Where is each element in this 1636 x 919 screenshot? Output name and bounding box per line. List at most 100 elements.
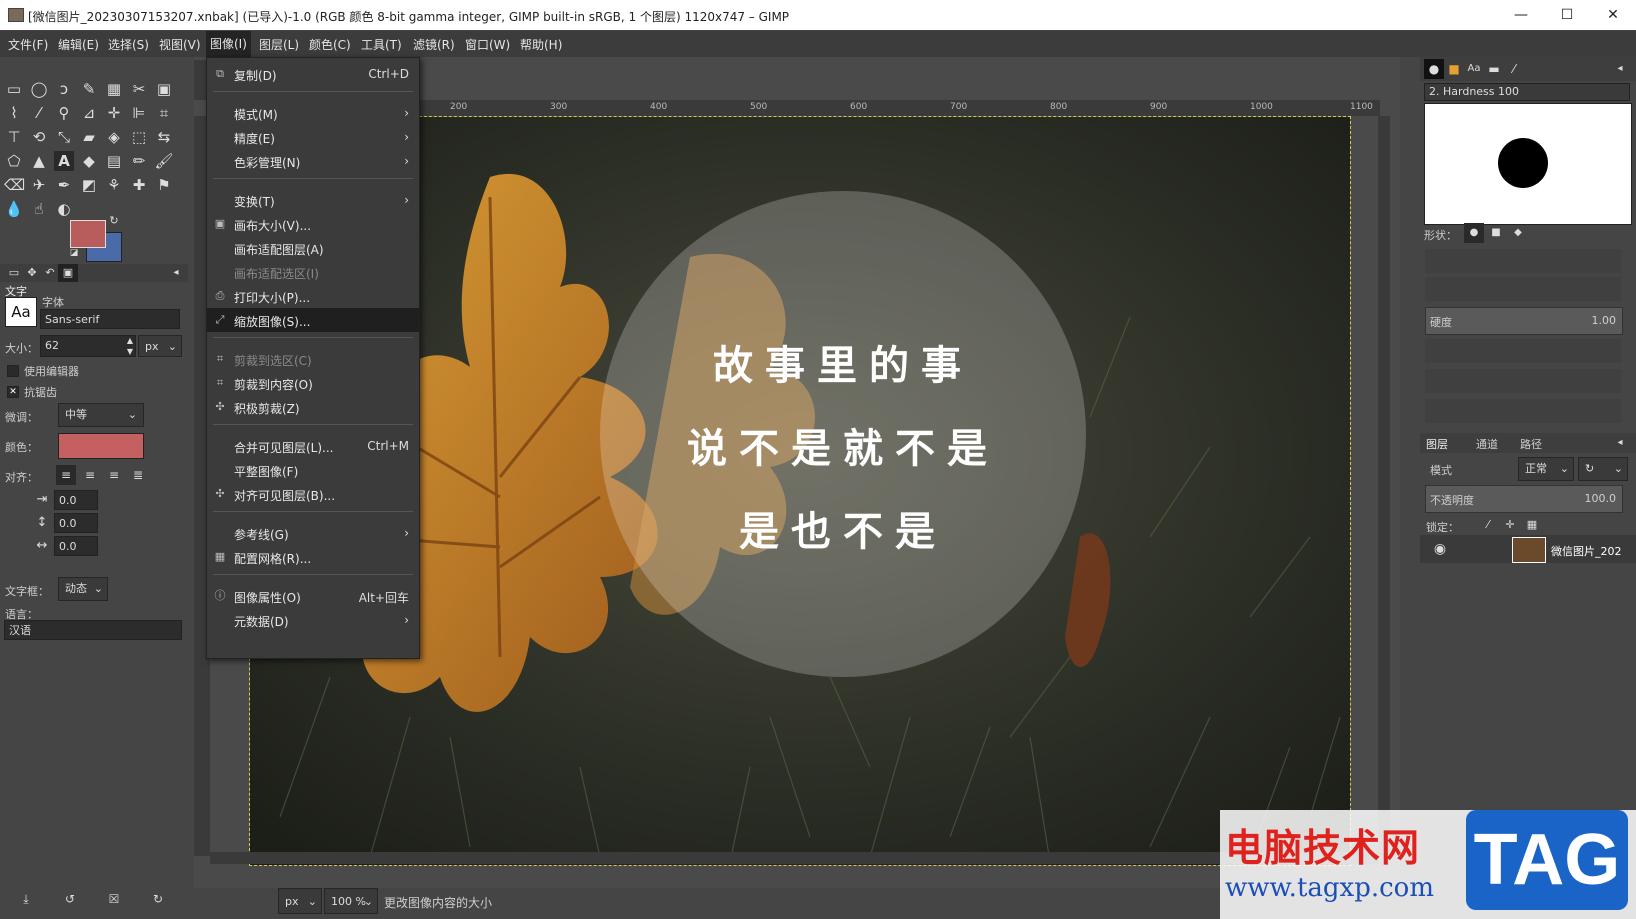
language-input[interactable]: 汉语 <box>4 620 182 640</box>
delete-options-icon[interactable]: ☒ <box>104 889 124 909</box>
bucket-fill-icon[interactable]: ◆ <box>79 151 99 171</box>
perspective-icon[interactable]: ⬚ <box>129 127 149 147</box>
lock-position-icon[interactable]: ✛ <box>1500 515 1520 535</box>
antialias-checkbox[interactable]: ✕ <box>7 386 19 398</box>
move-icon[interactable]: ✛ <box>104 103 124 123</box>
menu-item-transform[interactable]: 变换(T) › <box>207 188 419 212</box>
lasso-icon[interactable]: ↄ <box>54 79 74 99</box>
color-select-icon[interactable]: ▦ <box>104 79 124 99</box>
gradient-icon[interactable]: ▤ <box>104 151 124 171</box>
scale-tool-icon[interactable]: ⤡ <box>54 127 74 147</box>
save-options-icon[interactable]: ⤓ <box>16 889 36 909</box>
cage-icon[interactable]: ⬠ <box>4 151 24 171</box>
menu-item-image-properties[interactable]: ⓘ 图像属性(O) Alt+回车 <box>207 584 419 608</box>
measure-icon[interactable]: ⊿ <box>79 103 99 123</box>
spacing-slider[interactable] <box>1425 399 1621 423</box>
zoom-icon[interactable]: ⚲ <box>54 103 74 123</box>
menu-item-color-management[interactable]: 色彩管理(N) › <box>207 149 419 173</box>
use-editor-checkbox[interactable] <box>7 365 19 377</box>
menu-item-fit-canvas-layers[interactable]: 画布适配图层(A) <box>207 236 419 260</box>
minimize-button[interactable]: — <box>1498 0 1544 30</box>
tab-paths[interactable]: 路径 <box>1520 436 1542 452</box>
size-input[interactable]: 62 <box>40 335 136 357</box>
hinting-select[interactable]: 中等 ⌄ <box>58 403 144 427</box>
default-colors-icon[interactable]: ◪ <box>68 247 80 259</box>
swap-colors-icon[interactable]: ↻ <box>108 215 120 227</box>
airbrush-icon[interactable]: ✈ <box>29 175 49 195</box>
menu-item-scale-image[interactable]: ⤢ 缩放图像(S)... <box>207 308 419 332</box>
justify-fill-icon[interactable]: ≣ <box>128 465 148 485</box>
menu-select[interactable]: 选择(S) <box>108 36 149 53</box>
close-button[interactable]: ✕ <box>1590 0 1636 30</box>
shape-square-icon[interactable]: ■ <box>1486 223 1506 243</box>
menu-item-canvas-size[interactable]: ▣ 画布大小(V)... <box>207 212 419 236</box>
scissors-icon[interactable]: ✂ <box>129 79 149 99</box>
menu-view[interactable]: 视图(V) <box>159 36 201 53</box>
menu-edit[interactable]: 编辑(E) <box>58 36 99 53</box>
menu-item-align-visible[interactable]: ✣ 对齐可见图层(B)... <box>207 482 419 506</box>
mode-select[interactable]: 正常 ⌄ <box>1518 457 1574 481</box>
color-picker-icon[interactable]: ⁄ <box>29 103 49 123</box>
gradients-tab-icon[interactable]: ▬ <box>1484 59 1504 79</box>
text-color-button[interactable] <box>58 433 144 459</box>
menu-item-duplicate[interactable]: ⧉ 复制(D) Ctrl+D <box>207 62 419 86</box>
horizontal-scrollbar[interactable] <box>210 852 1378 864</box>
menu-layer[interactable]: 图层(L) <box>259 36 299 53</box>
layer-name[interactable]: 微信图片_202 <box>1551 543 1622 559</box>
menu-colors[interactable]: 颜色(C) <box>309 36 351 53</box>
text-tool-icon[interactable]: A <box>54 151 74 171</box>
undo-history-tab-icon[interactable]: ↶ <box>40 264 60 282</box>
layer-row[interactable]: ◉ 微信图片_202 <box>1420 535 1636 563</box>
tab-channels[interactable]: 通道 <box>1476 436 1498 452</box>
brush-preview[interactable] <box>1424 103 1632 225</box>
fonts-tab-icon[interactable]: Aa <box>1464 59 1484 79</box>
text-box-select[interactable]: 动态 ⌄ <box>58 577 108 601</box>
reset-options-icon[interactable]: ↻ <box>148 889 168 909</box>
menu-tools[interactable]: 工具(T) <box>361 36 402 53</box>
line-spacing-input[interactable]: 0.0 <box>54 513 98 533</box>
menu-item-guides[interactable]: 参考线(G) › <box>207 521 419 545</box>
paths-icon[interactable]: ⌇ <box>4 103 24 123</box>
flip-icon[interactable]: ⇆ <box>154 127 174 147</box>
foreground-color-swatch[interactable] <box>70 220 106 248</box>
lock-pixels-icon[interactable]: ⁄ <box>1478 515 1498 535</box>
menu-item-flatten[interactable]: 平整图像(F) <box>207 458 419 482</box>
menu-image[interactable]: 图像(I) <box>206 31 251 57</box>
tool-options-tab-icon[interactable]: ▭ <box>4 264 24 282</box>
shape-diamond-icon[interactable]: ◆ <box>1508 223 1528 243</box>
smudge-icon[interactable]: ☝ <box>29 199 49 219</box>
unit-select[interactable]: px ⌄ <box>278 888 322 914</box>
crop-tool-icon[interactable]: ⌗ <box>154 103 174 123</box>
size-spinner-icon[interactable]: ▲ ▼ <box>124 335 136 357</box>
heal-icon[interactable]: ✚ <box>129 175 149 195</box>
menu-item-metadata[interactable]: 元数据(D) › <box>207 608 419 632</box>
perspective-clone-icon[interactable]: ⚑ <box>154 175 174 195</box>
align-icon[interactable]: ⊫ <box>129 103 149 123</box>
maximize-button[interactable]: ☐ <box>1544 0 1590 30</box>
menu-item-crop-to-content[interactable]: ⌗ 剪裁到内容(O) <box>207 371 419 395</box>
vertical-scrollbar[interactable] <box>1378 116 1390 856</box>
configure-tab-icon[interactable]: ◂ <box>166 264 186 282</box>
tab-layers[interactable]: 图层 <box>1426 436 1448 452</box>
menu-item-zealous-crop[interactable]: ✣ 积极剪裁(Z) <box>207 395 419 419</box>
menu-item-precision[interactable]: 精度(E) › <box>207 125 419 149</box>
menu-item-mode[interactable]: 模式(M) › <box>207 101 419 125</box>
configure-tab-icon[interactable]: ◂ <box>1610 434 1630 452</box>
fuzzy-select-icon[interactable]: ✎ <box>79 79 99 99</box>
radius-slider[interactable] <box>1425 249 1621 273</box>
ink-icon[interactable]: ✒ <box>54 175 74 195</box>
eraser-icon[interactable]: ⌫ <box>4 175 25 195</box>
rect-select-icon[interactable]: ▭ <box>4 79 24 99</box>
brushes-tab-icon[interactable]: ● <box>1424 59 1444 79</box>
configure-tab-icon[interactable]: ◂ <box>1610 59 1630 79</box>
restore-options-icon[interactable]: ↺ <box>60 889 80 909</box>
zoom-select[interactable]: 100 % ⌄ <box>324 888 378 914</box>
paintbrush-icon[interactable]: 🖌 <box>154 151 174 171</box>
menu-item-print-size[interactable]: ⎙ 打印大小(P)... <box>207 284 419 308</box>
ellipse-select-icon[interactable]: ◯ <box>29 79 49 99</box>
menu-file[interactable]: 文件(F) <box>8 36 48 53</box>
justify-right-icon[interactable]: ≡ <box>80 465 100 485</box>
font-preview-icon[interactable]: Aa <box>5 297 37 327</box>
rotate-icon[interactable]: ⟲ <box>29 127 49 147</box>
justify-left-icon[interactable]: ≡ <box>56 465 76 485</box>
